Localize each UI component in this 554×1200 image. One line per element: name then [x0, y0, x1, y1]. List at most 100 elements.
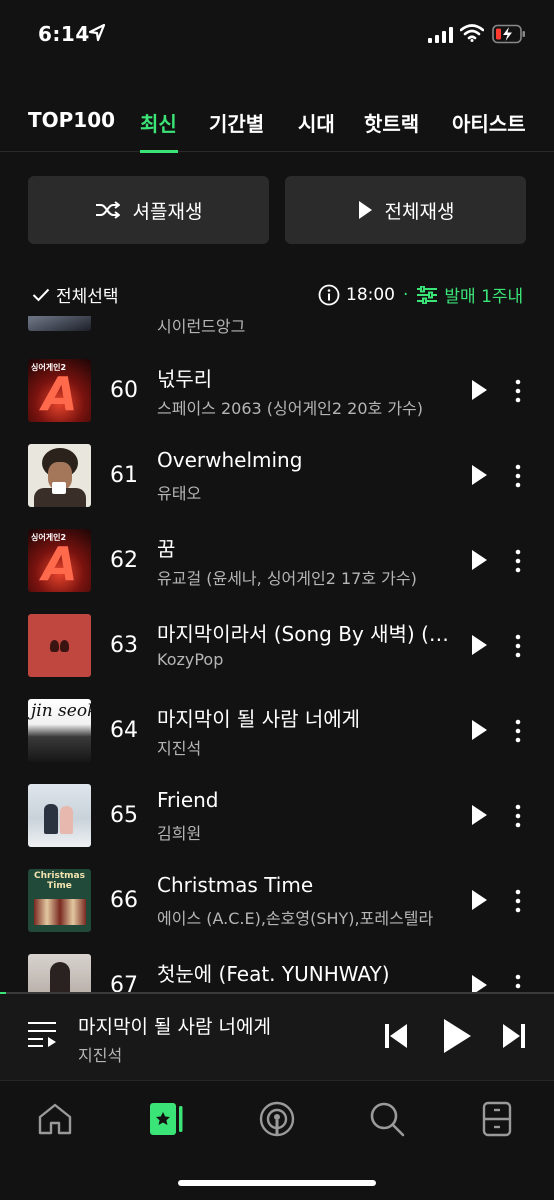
- playback-progress-bar[interactable]: [0, 992, 554, 994]
- tab-artist[interactable]: 아티스트: [452, 108, 526, 137]
- nav-my-music[interactable]: [142, 1095, 190, 1143]
- battery-charging-icon: [492, 24, 525, 44]
- album-art: jin seok: [28, 699, 91, 762]
- song-list: 시이런드앙그 싱어게인2 A 60 넋두리 스페이스 2063 (싱어게인2 2…: [0, 316, 554, 992]
- checkmark-icon: [32, 288, 50, 301]
- album-art-text: jin seok: [31, 701, 91, 721]
- play-icon[interactable]: [470, 379, 488, 401]
- tab-era[interactable]: 시대: [298, 108, 335, 137]
- select-all-button[interactable]: 전체선택: [32, 282, 119, 307]
- more-options-icon[interactable]: [515, 889, 521, 913]
- album-art-letter: A: [42, 367, 78, 421]
- update-time: 18:00: [346, 284, 395, 305]
- more-options-icon[interactable]: [515, 974, 521, 992]
- home-icon: [38, 1103, 72, 1135]
- shuffle-play-label: 셔플재생: [132, 200, 203, 223]
- nav-podcast[interactable]: [253, 1095, 301, 1143]
- song-rank: 66: [110, 888, 138, 913]
- play-icon[interactable]: [470, 549, 488, 571]
- tab-latest[interactable]: 최신: [140, 108, 177, 137]
- tab-hot-track[interactable]: 핫트랙: [364, 108, 419, 137]
- album-art: [28, 784, 91, 847]
- my-music-icon: [150, 1103, 183, 1135]
- song-row-66[interactable]: Christmas Time 66 Christmas Time 에이스 (A.…: [0, 859, 554, 944]
- tab-period[interactable]: 기간별: [209, 108, 264, 137]
- skip-next-icon[interactable]: [502, 1023, 526, 1049]
- active-tab-indicator: [140, 150, 178, 153]
- song-row-67[interactable]: 67 첫눈에 (Feat. YUNHWAY): [0, 944, 554, 992]
- chart-tabs: TOP100 최신 기간별 시대 핫트랙 아티스트: [0, 100, 554, 153]
- select-all-label: 전체선택: [56, 287, 119, 307]
- song-artist: 유태오: [157, 484, 202, 503]
- song-artist: 유교걸 (윤세나, 싱어게인2 17호 가수): [157, 569, 417, 588]
- filter-sliders-icon: [417, 285, 438, 304]
- song-title: 마지막이라서 (Song By 새벽) (Prod. KozyPop): [157, 622, 457, 646]
- song-title: 넋두리: [157, 367, 213, 391]
- song-row-64[interactable]: jin seok 64 마지막이 될 사람 너에게 지진석: [0, 689, 554, 774]
- separator-dot: ·: [403, 284, 409, 305]
- skip-previous-icon[interactable]: [384, 1023, 408, 1049]
- more-options-icon[interactable]: [515, 464, 521, 488]
- song-artist: 지진석: [157, 739, 202, 758]
- play-icon[interactable]: [470, 634, 488, 656]
- more-options-icon[interactable]: [515, 379, 521, 403]
- update-info: 18:00 · 발매 1주내: [318, 282, 523, 307]
- shuffle-icon: [95, 201, 120, 219]
- playlist-icon[interactable]: [27, 1020, 57, 1048]
- song-rank: 60: [110, 378, 138, 403]
- info-icon[interactable]: [318, 284, 340, 306]
- album-art: [28, 316, 91, 331]
- list-header: 전체선택 18:00 · 발매 1주내: [0, 276, 554, 312]
- album-art: [28, 444, 91, 507]
- play-icon[interactable]: [470, 804, 488, 826]
- home-indicator: [178, 1180, 376, 1186]
- song-rank: 63: [110, 633, 138, 658]
- playback-progress-fill: [0, 992, 6, 994]
- album-art-letter: A: [42, 537, 78, 591]
- song-rank: 62: [110, 548, 138, 573]
- play-icon[interactable]: [470, 974, 488, 992]
- nav-home[interactable]: [31, 1095, 79, 1143]
- more-options-icon[interactable]: [515, 804, 521, 828]
- mini-player[interactable]: 마지막이 될 사람 너에게 지진석: [0, 992, 554, 1080]
- song-row-63[interactable]: 63 마지막이라서 (Song By 새벽) (Prod. KozyPop) K…: [0, 604, 554, 689]
- library-icon: [482, 1101, 512, 1137]
- play-all-button[interactable]: 전체재생: [285, 176, 526, 244]
- song-row-60[interactable]: 싱어게인2 A 60 넋두리 스페이스 2063 (싱어게인2 20호 가수): [0, 349, 554, 434]
- nav-search[interactable]: [363, 1095, 411, 1143]
- shuffle-play-button[interactable]: 셔플재생: [28, 176, 269, 244]
- play-all-label: 전체재생: [384, 200, 455, 223]
- more-options-icon[interactable]: [515, 719, 521, 743]
- play-icon[interactable]: [442, 1018, 472, 1054]
- search-icon: [370, 1102, 405, 1137]
- more-options-icon[interactable]: [515, 634, 521, 658]
- song-title: 마지막이 될 사람 너에게: [157, 707, 361, 731]
- tab-top100[interactable]: TOP100: [28, 108, 115, 132]
- play-icon[interactable]: [470, 719, 488, 741]
- song-row-65[interactable]: 65 Friend 김희원: [0, 774, 554, 859]
- play-icon[interactable]: [470, 889, 488, 911]
- play-icon[interactable]: [470, 464, 488, 486]
- status-time: 6:14: [38, 22, 90, 46]
- nav-library[interactable]: [473, 1095, 521, 1143]
- podcast-icon: [259, 1101, 295, 1137]
- location-arrow-icon: [89, 24, 105, 42]
- song-row-62[interactable]: 싱어게인2 A 62 꿈 유교걸 (윤세나, 싱어게인2 17호 가수): [0, 519, 554, 604]
- status-bar: 6:14: [0, 0, 554, 70]
- song-artist: 시이런드앙그: [157, 317, 246, 336]
- song-rank: 67: [110, 973, 138, 992]
- album-art: [28, 954, 91, 992]
- song-title: Christmas Time: [157, 873, 314, 897]
- release-filter-label: 발매 1주내: [444, 287, 524, 307]
- song-row-partial[interactable]: 시이런드앙그: [0, 316, 554, 343]
- song-row-61[interactable]: 61 Overwhelming 유태오: [0, 434, 554, 519]
- release-filter-button[interactable]: 발매 1주내: [416, 282, 523, 307]
- cellular-signal-icon: [428, 27, 453, 43]
- song-title: Overwhelming: [157, 448, 303, 472]
- more-options-icon[interactable]: [515, 549, 521, 573]
- album-art-text: Christmas Time: [33, 871, 85, 891]
- song-title: 첫눈에 (Feat. YUNHWAY): [157, 962, 390, 986]
- now-playing-title: 마지막이 될 사람 너에게: [78, 1016, 271, 1038]
- song-rank: 61: [110, 463, 138, 488]
- wifi-icon: [460, 24, 484, 42]
